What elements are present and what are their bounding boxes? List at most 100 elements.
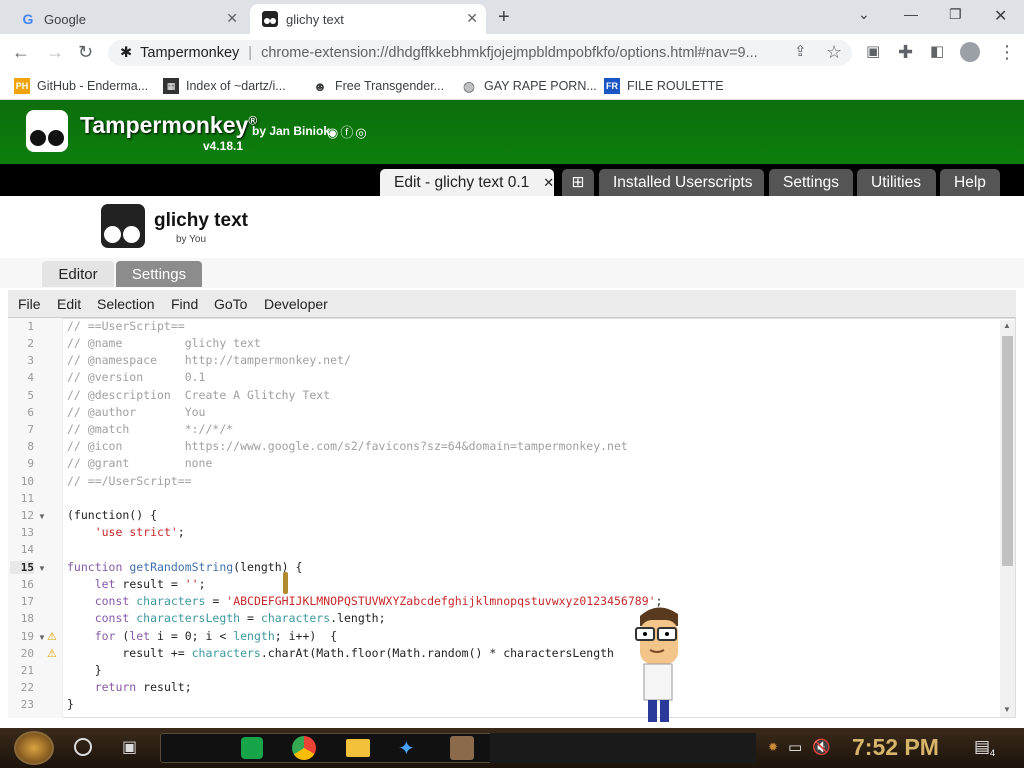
task-view-icon[interactable]: ▣: [122, 737, 137, 757]
search-icon[interactable]: [74, 738, 92, 756]
google-icon: G: [22, 11, 34, 27]
bookmark-index[interactable]: ▦ Index of ~dartz/i...: [163, 78, 286, 94]
code-line: // @description Create A Glitchy Text: [67, 388, 331, 402]
globe-icon: ◍: [462, 77, 476, 94]
notes-app-icon[interactable]: [241, 737, 263, 759]
close-icon[interactable]: ✕: [466, 10, 478, 27]
line-number: 22: [20, 681, 34, 694]
start-icon[interactable]: [14, 731, 54, 765]
bookmark-label: Free Transgender...: [335, 79, 445, 93]
tab-glichy-text[interactable]: glichy text ✕: [250, 4, 486, 34]
warning-icon[interactable]: ⚠: [47, 647, 57, 660]
bookmarks-bar: PH GitHub - Enderma... ▦ Index of ~dartz…: [0, 72, 1024, 100]
tab-google[interactable]: G Google ✕: [8, 4, 246, 34]
address-bar[interactable]: ✱ Tampermonkey | chrome-extension://dhdg…: [108, 40, 852, 66]
fold-arrow-icon[interactable]: ▼: [38, 512, 46, 521]
network-icon[interactable]: ▭: [788, 738, 802, 756]
scroll-up-icon[interactable]: ▲: [1003, 321, 1011, 330]
code-line: (function() {: [67, 508, 158, 522]
script-icon: [101, 204, 145, 248]
code-line: // ==/UserScript==: [67, 474, 192, 488]
menu-developer[interactable]: Developer: [264, 296, 328, 312]
menu-find[interactable]: Find: [171, 296, 198, 312]
star-icon[interactable]: ☆: [826, 42, 842, 63]
forward-icon[interactable]: →: [46, 42, 64, 63]
fold-arrow-icon[interactable]: ▼: [38, 564, 46, 573]
code-line: // @match *://*/*: [67, 422, 234, 436]
share-icon[interactable]: ⇪: [794, 42, 807, 60]
line-number: 5: [27, 389, 34, 402]
code-line: for (let i = 0; i < length; i++) {: [67, 629, 338, 643]
tampermonkey-icon: [262, 11, 278, 27]
menu-icon[interactable]: ⋮: [998, 42, 1016, 63]
reload-icon[interactable]: ↻: [78, 42, 93, 63]
script-author: by You: [176, 234, 207, 245]
clock[interactable]: 7:52 PM: [852, 734, 939, 761]
code-line: // ==UserScript==: [67, 319, 185, 333]
volume-muted-icon[interactable]: 🔇: [812, 738, 831, 756]
restore-icon[interactable]: ❐: [949, 6, 962, 23]
app-icon[interactable]: ✦: [398, 736, 415, 761]
minimize-icon[interactable]: —: [904, 6, 918, 22]
bookmark-github[interactable]: PH GitHub - Enderma...: [14, 78, 148, 94]
taskbar-empty-area: [490, 733, 756, 763]
chrome-icon[interactable]: [292, 736, 316, 760]
side-panel-icon[interactable]: ◧: [930, 42, 944, 60]
tab-label: Google: [44, 11, 86, 27]
scrollbar-thumb[interactable]: [1002, 336, 1013, 566]
roulette-icon: FR: [604, 78, 620, 94]
url-text: chrome-extension://dhdgffkkebhmkfjojejmp…: [261, 45, 758, 61]
line-number: 16: [20, 578, 34, 591]
code-line: }: [67, 697, 74, 711]
line-number-current: 15: [10, 561, 34, 574]
line-number: 18: [20, 612, 34, 625]
line-number: 4: [27, 371, 34, 384]
file-explorer-icon[interactable]: [346, 739, 370, 757]
tab-edit-script[interactable]: Edit - glichy text 0.1 ✕: [380, 169, 554, 196]
bookmark-file-roulette[interactable]: FR FILE ROULETTE: [604, 78, 724, 94]
desktop-character: [635, 607, 678, 722]
line-number: 17: [20, 595, 34, 608]
tab-search-icon[interactable]: ⌄: [858, 6, 870, 23]
tab-installed-userscripts[interactable]: Installed Userscripts: [599, 169, 764, 196]
tray-icon[interactable]: ✹: [768, 740, 778, 754]
bookmark-globe[interactable]: ◍ GAY RAPE PORN...: [461, 78, 597, 94]
notifications-icon[interactable]: ▤: [974, 737, 990, 757]
menu-file[interactable]: File: [18, 296, 41, 312]
editor-menubar: File Edit Selection Find GoTo Developer: [8, 290, 1016, 318]
new-tab-icon[interactable]: +: [498, 6, 510, 29]
code-line: let result = '';: [67, 577, 206, 591]
line-number: 13: [20, 526, 34, 539]
menu-selection[interactable]: Selection: [97, 296, 155, 312]
close-window-icon[interactable]: ✕: [994, 6, 1007, 26]
line-number: 23: [20, 698, 34, 711]
extensions-icon[interactable]: ✚: [898, 42, 913, 63]
menu-edit[interactable]: Edit: [57, 296, 81, 312]
warning-icon[interactable]: ⚠: [47, 630, 57, 643]
bookmark-free-transgender[interactable]: ☻ Free Transgender...: [312, 78, 444, 94]
tab-utilities[interactable]: Utilities: [857, 169, 936, 196]
text-cursor-icon: [283, 572, 288, 594]
character-app-icon[interactable]: [450, 736, 474, 760]
extension-icon: ✱: [120, 45, 133, 61]
code-line: }: [67, 663, 102, 677]
tab-script-settings[interactable]: Settings: [116, 261, 202, 287]
code-line: return result;: [67, 680, 192, 694]
new-script-icon[interactable]: ⊞: [562, 169, 594, 196]
line-number: 6: [27, 406, 34, 419]
code-line: 'use strict';: [94, 525, 185, 539]
back-icon[interactable]: ←: [12, 42, 30, 63]
menu-goto[interactable]: GoTo: [214, 296, 247, 312]
fold-arrow-icon[interactable]: ▼: [38, 633, 46, 642]
tab-help[interactable]: Help: [940, 169, 1000, 196]
social-icons[interactable]: ◉ⓕ◎: [327, 122, 369, 141]
tab-editor[interactable]: Editor: [42, 261, 114, 287]
tab-settings[interactable]: Settings: [769, 169, 853, 196]
line-number: 2: [27, 337, 34, 350]
scroll-down-icon[interactable]: ▼: [1003, 705, 1011, 714]
close-icon[interactable]: ✕: [226, 10, 238, 27]
close-icon[interactable]: ✕: [543, 175, 554, 191]
line-number: 21: [20, 664, 34, 677]
tampermonkey-ext-icon[interactable]: ▣: [866, 42, 880, 60]
profile-avatar[interactable]: [960, 42, 980, 62]
